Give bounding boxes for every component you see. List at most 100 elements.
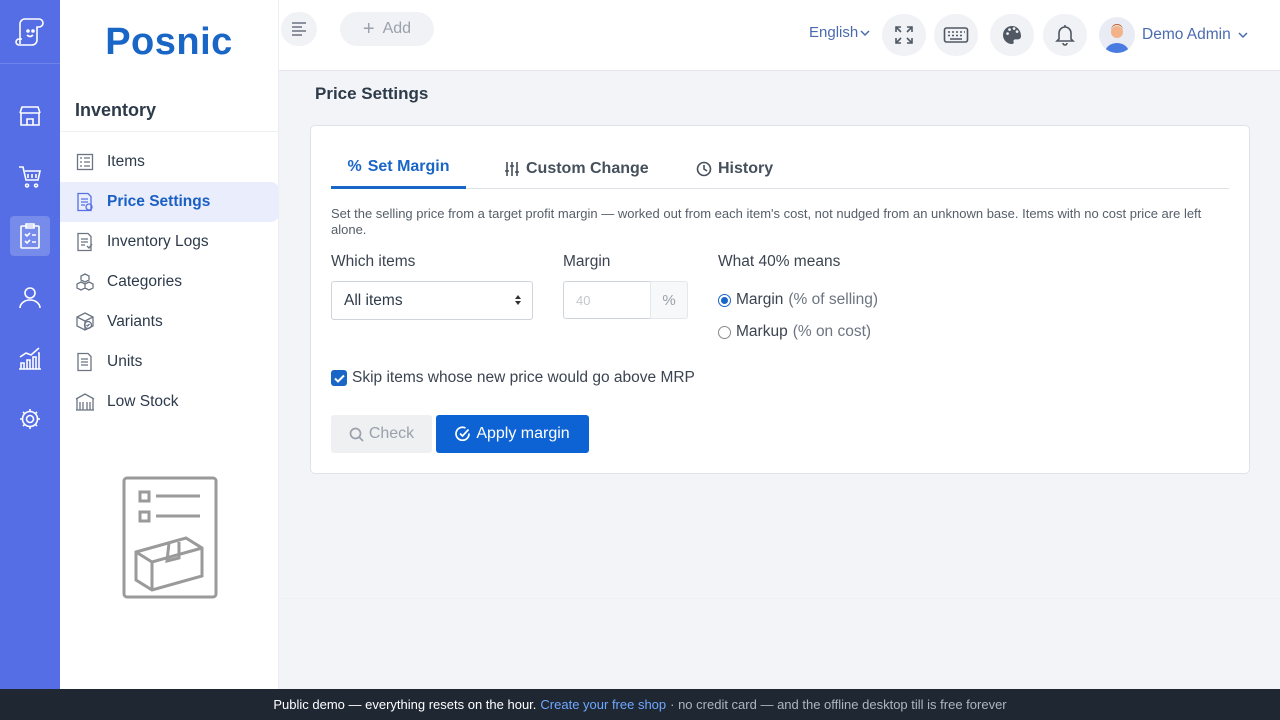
store-icon[interactable]: [10, 96, 50, 136]
topbar: + Add English Demo Admin: [279, 0, 1280, 71]
reports-icon[interactable]: [10, 338, 50, 378]
which-items-select[interactable]: All items: [331, 281, 533, 320]
theme-button[interactable]: [990, 14, 1034, 56]
meaning-label: What 40% means: [718, 253, 841, 270]
sidebar-item-items[interactable]: Items: [60, 142, 279, 182]
keyboard-button[interactable]: [934, 14, 978, 56]
menu-toggle-button[interactable]: [281, 12, 317, 46]
app-logo-icon[interactable]: [0, 0, 60, 64]
sidebar: Posnic Inventory Items Price Settings In…: [60, 0, 279, 689]
units-doc-icon: [75, 352, 95, 372]
apply-button-label: Apply margin: [476, 425, 570, 442]
banner-text: Public demo — everything resets on the h…: [273, 697, 537, 712]
margin-option-hint: (% of selling): [788, 291, 878, 308]
demo-banner: Public demo — everything resets on the h…: [0, 689, 1280, 720]
search-icon: [349, 427, 364, 442]
icon-rail: [0, 0, 60, 689]
percent-icon: %: [347, 158, 362, 175]
tab-set-margin[interactable]: % Set Margin: [331, 148, 466, 189]
variant-box-icon: [75, 312, 95, 332]
tab-label: Custom Change: [526, 159, 649, 177]
check-icon: [333, 374, 345, 383]
sidebar-item-price-settings[interactable]: Price Settings: [60, 182, 279, 222]
skip-mrp-label: Skip items whose new price would go abov…: [352, 369, 695, 386]
plus-icon: +: [362, 17, 375, 40]
check-button-label: Check: [368, 425, 415, 442]
apply-margin-button[interactable]: Apply margin: [436, 415, 589, 453]
clock-icon: [696, 161, 712, 176]
margin-input[interactable]: [563, 281, 651, 319]
user-name: Demo Admin: [1142, 26, 1231, 43]
sidebar-item-categories[interactable]: Categories: [60, 262, 279, 302]
sidebar-item-label: Units: [107, 353, 143, 370]
chevron-down-icon: [860, 29, 870, 36]
sidebar-nav: Items Price Settings Inventory Logs Cate…: [60, 142, 279, 422]
settings-icon[interactable]: [10, 399, 50, 439]
add-label: Add: [382, 20, 412, 37]
log-doc-icon: [75, 232, 95, 252]
sidebar-item-variants[interactable]: Variants: [60, 302, 279, 342]
sidebar-section-title: Inventory: [75, 100, 157, 120]
markup-radio[interactable]: [718, 325, 731, 339]
sidebar-item-low-stock[interactable]: Low Stock: [60, 382, 279, 422]
markup-option-label: Markup: [736, 323, 788, 340]
skip-mrp-checkbox[interactable]: [331, 370, 347, 386]
fullscreen-icon: [895, 26, 913, 44]
notifications-button[interactable]: [1043, 14, 1087, 56]
bell-icon: [1055, 25, 1075, 46]
markup-option-hint: (% on cost): [792, 323, 872, 340]
margin-option-label: Margin: [736, 291, 784, 308]
tab-label: Set Margin: [367, 158, 450, 175]
cubes-icon: [75, 272, 95, 292]
tab-history[interactable]: History: [696, 148, 773, 189]
warehouse-icon: [75, 392, 95, 412]
chevron-down-icon: [1238, 32, 1248, 39]
align-left-icon: [292, 22, 306, 36]
user-menu[interactable]: Demo Admin: [1099, 17, 1248, 53]
language-label: English: [809, 24, 859, 41]
select-caret-icon: [515, 295, 521, 305]
sidebar-item-label: Price Settings: [107, 193, 211, 210]
check-button[interactable]: Check: [331, 415, 432, 453]
sidebar-item-units[interactable]: Units: [60, 342, 279, 382]
page-title: Price Settings: [315, 84, 429, 103]
sidebar-item-label: Items: [107, 153, 145, 170]
sidebar-item-label: Categories: [107, 273, 182, 290]
check-circle-icon: [455, 426, 471, 442]
sidebar-item-label: Inventory Logs: [107, 233, 209, 250]
margin-radio[interactable]: [718, 293, 731, 307]
tab-bar: % Set Margin Custom Change History: [331, 148, 1229, 189]
fullscreen-button[interactable]: [882, 14, 926, 56]
tab-label: History: [718, 159, 774, 177]
user-icon[interactable]: [10, 277, 50, 317]
which-items-label: Which items: [331, 253, 416, 270]
language-selector[interactable]: English: [809, 24, 870, 41]
margin-option[interactable]: Margin (% of selling): [718, 291, 878, 309]
form-description: Set the selling price from a target prof…: [331, 206, 1202, 237]
content-bottom-area: [279, 598, 1280, 689]
create-shop-link[interactable]: Create your free shop: [540, 697, 666, 712]
brand-logo[interactable]: Posnic: [60, 0, 278, 84]
list-icon: [75, 152, 95, 172]
sidebar-divider: [60, 131, 279, 132]
tab-custom-change[interactable]: Custom Change: [504, 148, 649, 189]
margin-label: Margin: [563, 253, 611, 270]
skip-mrp-option[interactable]: Skip items whose new price would go abov…: [331, 369, 695, 387]
keyboard-icon: [943, 27, 969, 43]
sidebar-item-label: Low Stock: [107, 393, 179, 410]
percent-addon: %: [650, 281, 688, 319]
price-doc-icon: [75, 192, 95, 212]
price-settings-card: % Set Margin Custom Change History Set t…: [310, 125, 1250, 474]
which-items-value: All items: [344, 291, 403, 309]
add-button[interactable]: + Add: [340, 12, 434, 46]
avatar: [1099, 17, 1135, 53]
sidebar-item-inventory-logs[interactable]: Inventory Logs: [60, 222, 279, 262]
banner-tail: · no credit card — and the offline deskt…: [670, 697, 1007, 712]
palette-icon: [1003, 26, 1021, 44]
sliders-icon: [505, 161, 519, 176]
inventory-icon[interactable]: [10, 216, 50, 256]
markup-option[interactable]: Markup (% on cost): [718, 323, 871, 341]
cart-icon[interactable]: [10, 156, 50, 196]
sidebar-item-label: Variants: [107, 313, 163, 330]
inventory-illustration-icon: [122, 476, 218, 605]
